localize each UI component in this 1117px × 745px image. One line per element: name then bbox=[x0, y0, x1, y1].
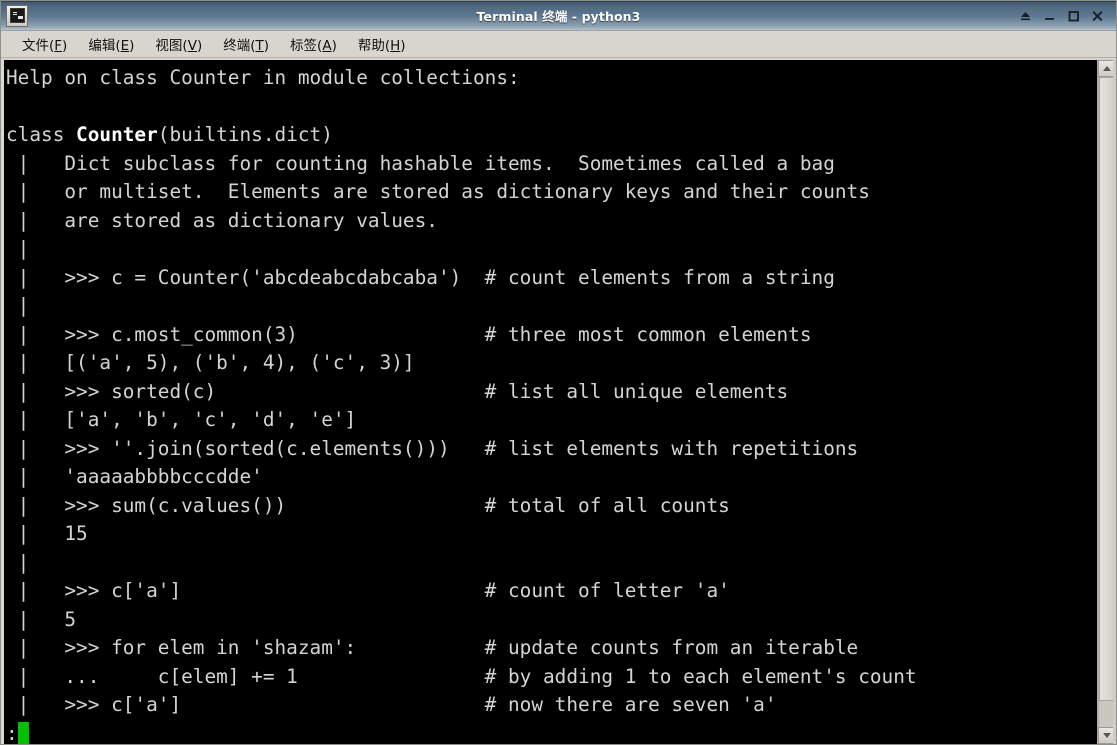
menu-item-terminal[interactable]: 终端(T) bbox=[214, 31, 278, 58]
menu-item-tabs[interactable]: 标签(A) bbox=[281, 31, 346, 58]
terminal-line: | >>> sum(c.values()) # total of all cou… bbox=[6, 493, 730, 517]
pager-prompt-line: : bbox=[6, 720, 1097, 745]
menu-item-view-label: 视图 bbox=[155, 37, 183, 54]
terminal-window: Terminal 终端 - python3 文件(F) 编辑(E) 视图(V) … bbox=[0, 0, 1117, 745]
menu-item-edit-label: 编辑 bbox=[88, 37, 116, 54]
terminal-line: | >>> c['a'] # now there are seven 'a' bbox=[6, 693, 777, 716]
terminal-viewport[interactable]: Help on class Counter in module collecti… bbox=[1, 60, 1116, 744]
terminal-line: | are stored as dictionary values. bbox=[6, 208, 438, 232]
terminal-line: | or multiset. Elements are stored as di… bbox=[6, 180, 870, 203]
shade-button[interactable] bbox=[1018, 8, 1033, 24]
window-title: Terminal 终端 - python3 bbox=[476, 9, 641, 24]
terminal-area: Help on class Counter in module collecti… bbox=[1, 58, 1116, 744]
terminal-line: | Dict subclass for counting hashable it… bbox=[6, 151, 835, 175]
menu-item-edit[interactable]: 编辑(E) bbox=[79, 31, 143, 58]
menu-item-tabs-label: 标签 bbox=[290, 37, 318, 54]
terminal-line: | bbox=[6, 294, 30, 317]
terminal-line: | bbox=[6, 237, 30, 260]
menu-item-file-label: 文件 bbox=[22, 37, 49, 54]
terminal-line: | >>> ''.join(sorted(c.elements())) # li… bbox=[6, 436, 859, 460]
terminal-line: | >>> for elem in 'shazam': # update cou… bbox=[6, 636, 859, 659]
terminal-line: | ... c[elem] += 1 # by adding 1 to each… bbox=[6, 664, 917, 688]
menu-bar: 文件(F) 编辑(E) 视图(V) 终端(T) 标签(A) 帮助(H) bbox=[1, 31, 1116, 58]
menu-item-help[interactable]: 帮助(H) bbox=[349, 31, 415, 58]
title-bar[interactable]: Terminal 终端 - python3 bbox=[1, 1, 1116, 31]
menu-item-file-accel: F bbox=[54, 37, 63, 54]
terminal-screen[interactable]: Help on class Counter in module collecti… bbox=[4, 60, 1097, 744]
terminal-line: | 15 bbox=[6, 522, 88, 545]
terminal-line: | 'aaaaabbbbcccdde' bbox=[6, 465, 263, 488]
terminal-line: | >>> sorted(c) # list all unique elemen… bbox=[6, 379, 789, 403]
menu-item-view[interactable]: 视图(V) bbox=[146, 31, 211, 58]
terminal-line: class Counter(builtins.dict) bbox=[6, 123, 333, 146]
pager-prompt-symbol: : bbox=[6, 721, 18, 745]
terminal-line: | >>> c['a'] # count of letter 'a' bbox=[6, 579, 730, 602]
terminal-cursor bbox=[17, 721, 29, 744]
menu-item-tabs-accel: A bbox=[322, 37, 332, 54]
terminal-line: | bbox=[6, 550, 30, 574]
terminal-line: | 5 bbox=[6, 607, 77, 631]
window-right-edge bbox=[1113, 60, 1116, 744]
menu-item-help-accel: H bbox=[390, 37, 401, 54]
class-name-bold: Counter bbox=[76, 123, 158, 146]
terminal-icon-screen bbox=[9, 8, 25, 23]
terminal-line: | [('a', 5), ('b', 4), ('c', 3)] bbox=[6, 351, 415, 374]
terminal-line: | >>> c.most_common(3) # three most comm… bbox=[6, 322, 812, 346]
minimize-button[interactable] bbox=[1042, 8, 1057, 24]
menu-item-help-label: 帮助 bbox=[357, 37, 385, 54]
menu-item-file[interactable]: 文件(F) bbox=[13, 31, 76, 58]
menu-item-terminal-label: 终端 bbox=[223, 37, 251, 54]
close-button[interactable] bbox=[1090, 8, 1105, 24]
arrow-up-glyph bbox=[1103, 66, 1111, 71]
terminal-line: | >>> c = Counter('abcdeabcdabcaba') # c… bbox=[6, 265, 835, 289]
menu-item-terminal-accel: T bbox=[255, 37, 264, 54]
window-controls bbox=[1018, 8, 1112, 24]
terminal-icon[interactable] bbox=[6, 4, 28, 27]
arrow-down-glyph bbox=[1103, 733, 1111, 738]
terminal-line: | ['a', 'b', 'c', 'd', 'e'] bbox=[6, 408, 357, 431]
menu-item-edit-accel: E bbox=[120, 37, 130, 54]
maximize-button[interactable] bbox=[1066, 8, 1081, 24]
terminal-line: Help on class Counter in module collecti… bbox=[6, 66, 520, 89]
menu-item-view-accel: V bbox=[187, 37, 197, 54]
